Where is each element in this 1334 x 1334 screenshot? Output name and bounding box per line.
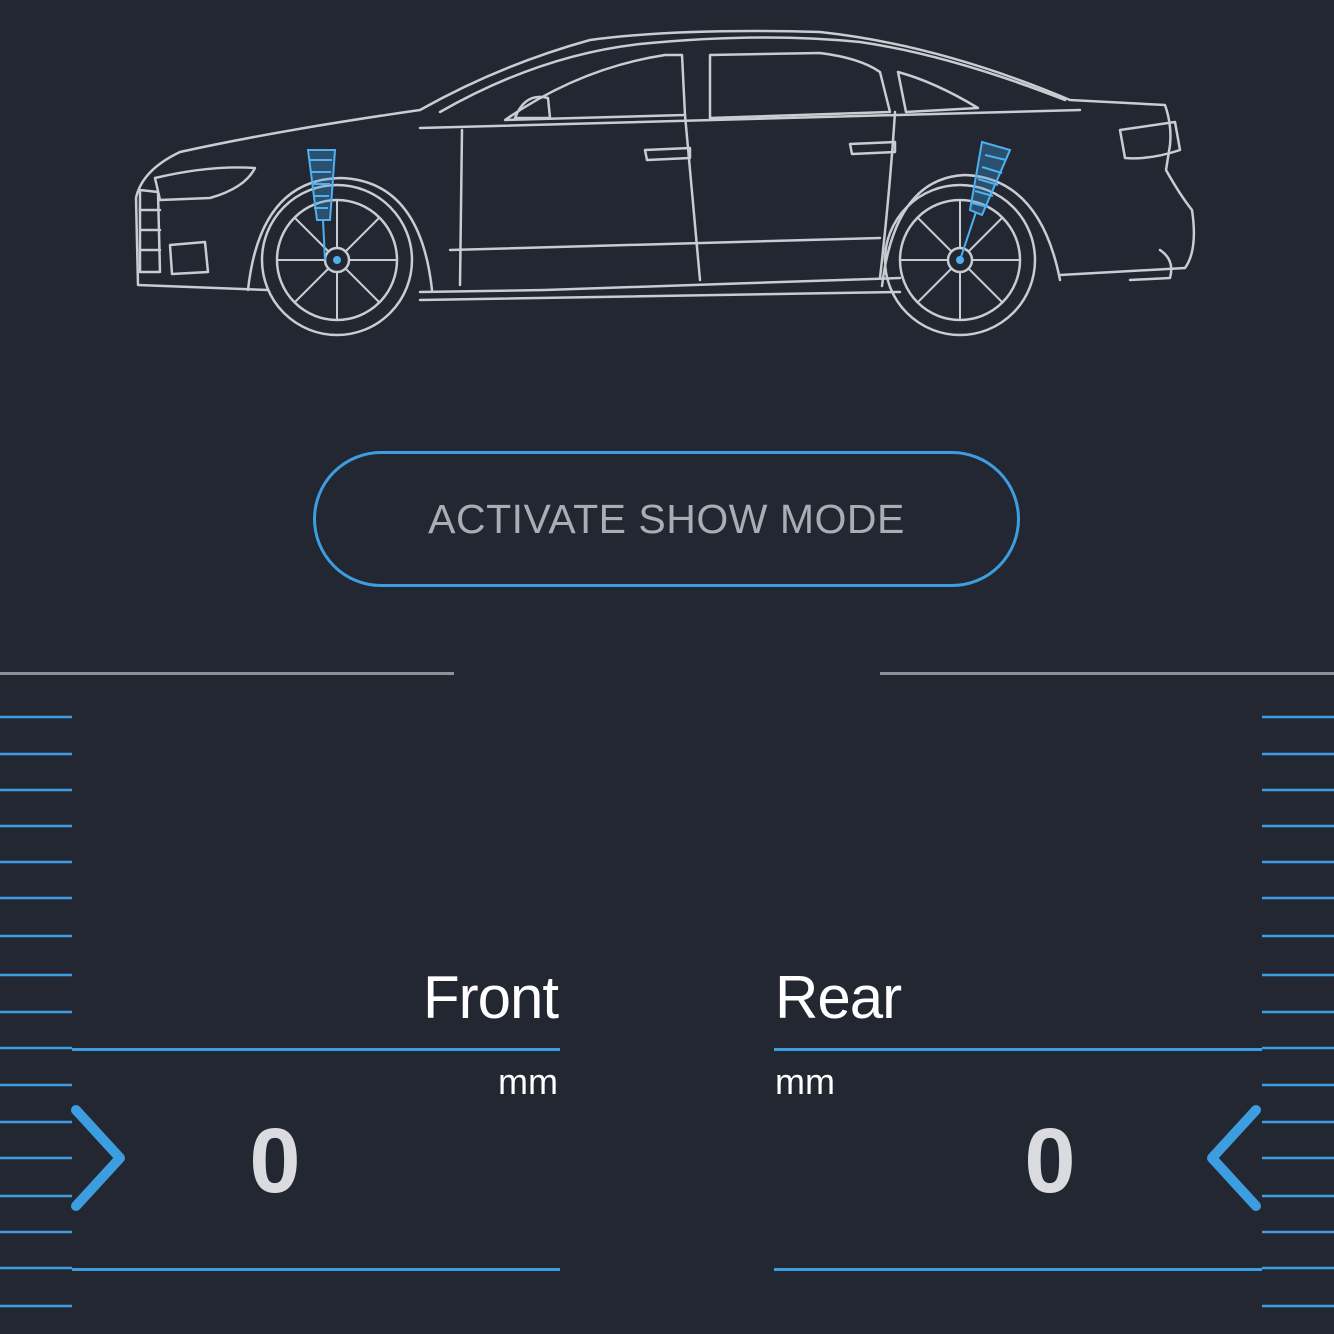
rear-bottom-rule <box>774 1268 1262 1271</box>
rear-unit-label: mm <box>775 1061 835 1102</box>
rear-title: Rear <box>775 964 902 1031</box>
activate-show-mode-button[interactable]: ACTIVATE SHOW MODE <box>313 451 1020 587</box>
front-bottom-rule <box>72 1268 560 1271</box>
rear-top-rule <box>774 1048 1262 1051</box>
car-illustration <box>134 29 1196 337</box>
front-height-value: 0 <box>249 1110 301 1212</box>
front-title: Front <box>422 964 559 1031</box>
rear-height-scale[interactable] <box>1262 0 1334 1334</box>
rear-height-value: 0 <box>1024 1110 1076 1212</box>
front-top-rule <box>72 1048 560 1051</box>
chevron-left-icon[interactable] <box>1200 1100 1270 1220</box>
front-unit-label: mm <box>498 1061 558 1102</box>
chevron-right-icon[interactable] <box>62 1100 132 1220</box>
